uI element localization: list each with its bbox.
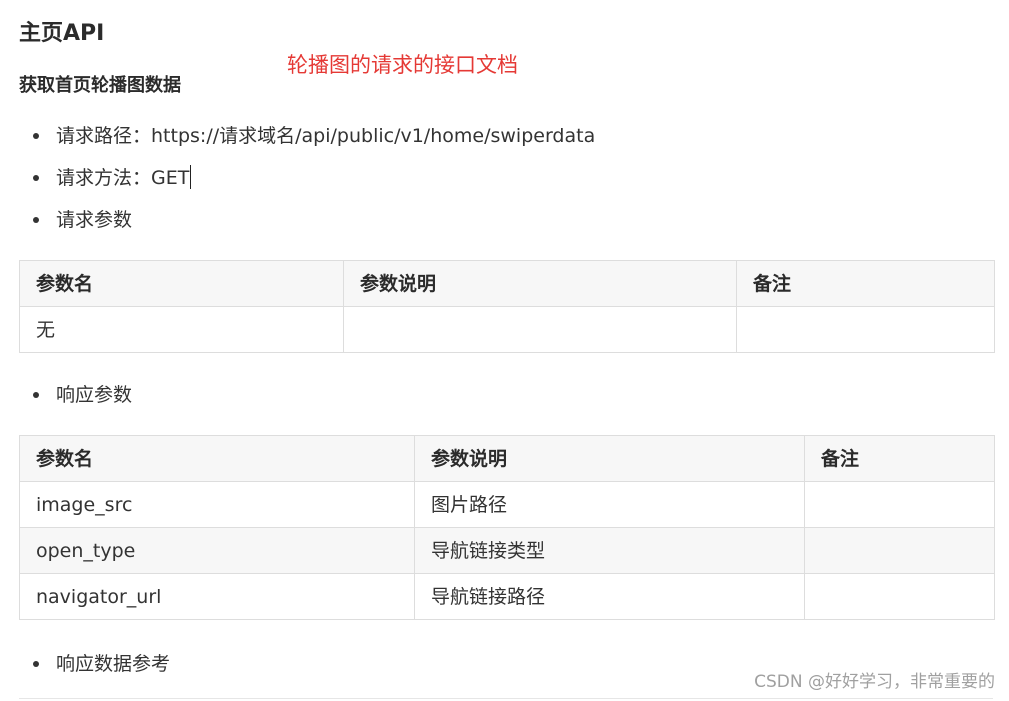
header-remark: 备注 bbox=[804, 435, 995, 482]
table-cell bbox=[804, 481, 995, 528]
red-annotation: 轮播图的请求的接口文档 bbox=[287, 53, 518, 77]
divider bbox=[19, 698, 993, 699]
request-method-label: 请求方法： bbox=[56, 167, 152, 189]
table-cell: 无 bbox=[19, 306, 344, 353]
header-param-desc: 参数说明 bbox=[343, 260, 737, 307]
table-cell: 导航链接路径 bbox=[414, 573, 805, 620]
table-cell: 导航链接类型 bbox=[414, 527, 805, 574]
response-params-table: 参数名 参数说明 备注 image_src 图片路径 open_type 导航链… bbox=[19, 435, 995, 620]
text-cursor bbox=[190, 165, 192, 189]
header-param-name: 参数名 bbox=[19, 260, 344, 307]
table-row: 无 bbox=[19, 306, 995, 353]
document-page: 主页API 轮播图的请求的接口文档 获取首页轮播图数据 请求路径：https:/… bbox=[0, 0, 1009, 701]
table-cell bbox=[736, 306, 995, 353]
table-row: image_src 图片路径 bbox=[19, 481, 995, 528]
table-cell: navigator_url bbox=[19, 573, 415, 620]
request-params-label: 请求参数 bbox=[56, 209, 133, 231]
request-path-label: 请求路径： bbox=[56, 125, 152, 147]
request-params-table: 参数名 参数说明 备注 无 bbox=[19, 260, 995, 353]
header-param-name: 参数名 bbox=[19, 435, 415, 482]
request-method-value: GET bbox=[151, 167, 190, 189]
table-row: navigator_url 导航链接路径 bbox=[19, 573, 995, 620]
page-title: 主页API bbox=[19, 21, 105, 46]
response-params-item: 响应参数 bbox=[33, 381, 132, 409]
request-method-item: 请求方法：GET bbox=[33, 164, 192, 192]
request-params-item: 请求参数 bbox=[33, 206, 132, 234]
csdn-watermark: CSDN @好好学习，非常重要的 bbox=[754, 672, 995, 692]
table-cell: 图片路径 bbox=[414, 481, 805, 528]
table-cell: image_src bbox=[19, 481, 415, 528]
table-row: open_type 导航链接类型 bbox=[19, 527, 995, 574]
request-path-value: https://请求域名/api/public/v1/home/swiperda… bbox=[151, 125, 596, 147]
table-cell bbox=[804, 527, 995, 574]
table-cell: open_type bbox=[19, 527, 415, 574]
table-cell bbox=[804, 573, 995, 620]
header-param-desc: 参数说明 bbox=[414, 435, 805, 482]
table-header-row: 参数名 参数说明 备注 bbox=[19, 260, 995, 307]
header-remark: 备注 bbox=[736, 260, 995, 307]
response-example-label: 响应数据参考 bbox=[56, 653, 171, 675]
table-cell bbox=[343, 306, 737, 353]
table-header-row: 参数名 参数说明 备注 bbox=[19, 435, 995, 482]
response-example-item: 响应数据参考 bbox=[33, 650, 170, 678]
response-params-label: 响应参数 bbox=[56, 384, 133, 406]
request-path-item: 请求路径：https://请求域名/api/public/v1/home/swi… bbox=[33, 122, 595, 150]
section-title: 获取首页轮播图数据 bbox=[19, 75, 181, 96]
